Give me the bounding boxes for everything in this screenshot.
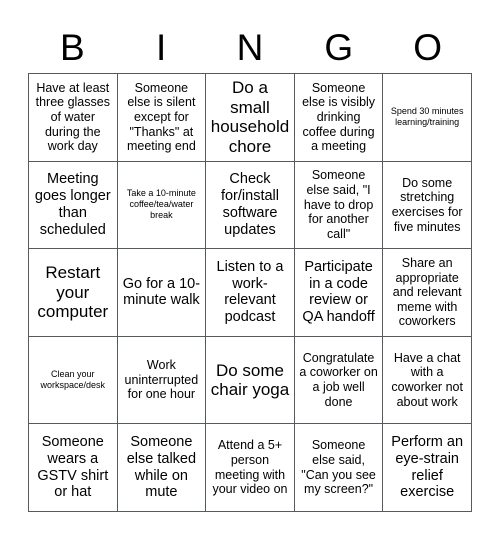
bingo-cell-label: Take a 10-minute coffee/tea/water break: [126, 188, 196, 221]
bingo-cell-label: Do some chair yoga: [210, 360, 290, 400]
bingo-cell-label: Participate in a code review or QA hando…: [302, 258, 375, 326]
bingo-cell-label: Have at least three glasses of water dur…: [35, 80, 110, 154]
bingo-cell-o4[interactable]: Have a chat with a coworker not about wo…: [383, 336, 472, 425]
bingo-cell-label: Spend 30 minutes learning/training: [390, 106, 464, 128]
bingo-cell-i3[interactable]: Go for a 10-minute walk: [117, 249, 207, 337]
bingo-cell-i1[interactable]: Someone else is silent except for "Thank…: [117, 74, 207, 162]
bingo-cell-n5[interactable]: Attend a 5+ person meeting with your vid…: [206, 424, 295, 512]
bingo-cell-label: Someone else is visibly drinking coffee …: [302, 80, 376, 154]
bingo-row: Restart your computer Go for a 10-minute…: [29, 249, 472, 337]
bingo-cell-g2[interactable]: Someone else said, "I have to drop for a…: [294, 161, 384, 250]
bingo-cell-b1[interactable]: Have at least three glasses of water dur…: [29, 74, 118, 162]
bingo-cell-b2[interactable]: Meeting goes longer than scheduled: [29, 161, 118, 250]
bingo-row: Have at least three glasses of water dur…: [29, 74, 472, 162]
bingo-cell-n1[interactable]: Do a small household chore: [206, 74, 295, 162]
bingo-cell-label: Work uninterrupted for one hour: [124, 358, 199, 402]
bingo-header-letter-g: G: [324, 26, 354, 68]
bingo-card: B I N G O Have at least three glasses of…: [0, 0, 500, 544]
bingo-cell-g3[interactable]: Participate in a code review or QA hando…: [294, 249, 384, 337]
bingo-cell-label: Listen to a work-relevant podcast: [216, 258, 284, 326]
bingo-cell-n4[interactable]: Do some chair yoga: [206, 336, 295, 425]
bingo-cell-label: Congratulate a coworker on a job well do…: [299, 350, 378, 409]
bingo-cell-b4[interactable]: Clean your workspace/desk: [29, 336, 118, 425]
bingo-cell-label: Go for a 10-minute walk: [122, 275, 201, 309]
bingo-cell-label: Do some stretching exercises for five mi…: [391, 175, 463, 234]
bingo-cell-label: Clean your workspace/desk: [40, 369, 106, 391]
bingo-header-letter-o: O: [413, 26, 442, 68]
bingo-cell-o2[interactable]: Do some stretching exercises for five mi…: [383, 161, 472, 250]
bingo-cell-b5[interactable]: Someone wears a GSTV shirt or hat: [29, 424, 118, 512]
bingo-row: Someone wears a GSTV shirt or hat Someon…: [29, 424, 472, 512]
bingo-header-row: B I N G O: [28, 22, 472, 72]
bingo-cell-label: Someone wears a GSTV shirt or hat: [37, 434, 109, 501]
bingo-header-letter-i: I: [156, 26, 167, 68]
bingo-cell-o5[interactable]: Perform an eye-strain relief exercise: [383, 424, 472, 512]
bingo-cell-i4[interactable]: Work uninterrupted for one hour: [117, 336, 207, 425]
bingo-cell-g1[interactable]: Someone else is visibly drinking coffee …: [294, 74, 384, 162]
bingo-cell-label: Check for/install software updates: [220, 171, 279, 238]
bingo-cell-label: Attend a 5+ person meeting with your vid…: [212, 438, 288, 497]
bingo-header-letter-b: B: [60, 26, 85, 68]
bingo-cell-o3[interactable]: Share an appropriate and relevant meme w…: [383, 249, 472, 337]
bingo-cell-label: Restart your computer: [37, 263, 109, 322]
bingo-cell-n3[interactable]: Listen to a work-relevant podcast: [206, 249, 295, 337]
bingo-cell-b3[interactable]: Restart your computer: [29, 249, 118, 337]
bingo-cell-label: Have a chat with a coworker not about wo…: [391, 350, 463, 409]
bingo-cell-label: Someone else said, "Can you see my scree…: [301, 438, 376, 497]
bingo-cell-i5[interactable]: Someone else talked while on mute: [117, 424, 207, 512]
bingo-row: Meeting goes longer than scheduled Take …: [29, 161, 472, 250]
bingo-cell-label: Someone else is silent except for "Thank…: [126, 80, 196, 154]
bingo-cell-label: Someone else talked while on mute: [126, 434, 197, 501]
bingo-cell-label: Meeting goes longer than scheduled: [34, 171, 111, 238]
bingo-cell-n2[interactable]: Check for/install software updates: [206, 161, 295, 250]
bingo-cell-g4[interactable]: Congratulate a coworker on a job well do…: [294, 336, 384, 425]
bingo-cell-label: Someone else said, "I have to drop for a…: [303, 168, 374, 241]
bingo-cell-label: Do a small household chore: [210, 78, 290, 156]
bingo-grid: Have at least three glasses of water dur…: [28, 73, 472, 512]
bingo-cell-g5[interactable]: Someone else said, "Can you see my scree…: [294, 424, 384, 512]
bingo-cell-label: Perform an eye-strain relief exercise: [391, 434, 464, 501]
bingo-cell-i2[interactable]: Take a 10-minute coffee/tea/water break: [117, 161, 207, 250]
bingo-row: Clean your workspace/desk Work uninterru…: [29, 336, 472, 425]
bingo-cell-label: Share an appropriate and relevant meme w…: [392, 255, 462, 329]
bingo-cell-o1[interactable]: Spend 30 minutes learning/training: [383, 74, 472, 162]
bingo-header-letter-n: N: [236, 26, 264, 68]
